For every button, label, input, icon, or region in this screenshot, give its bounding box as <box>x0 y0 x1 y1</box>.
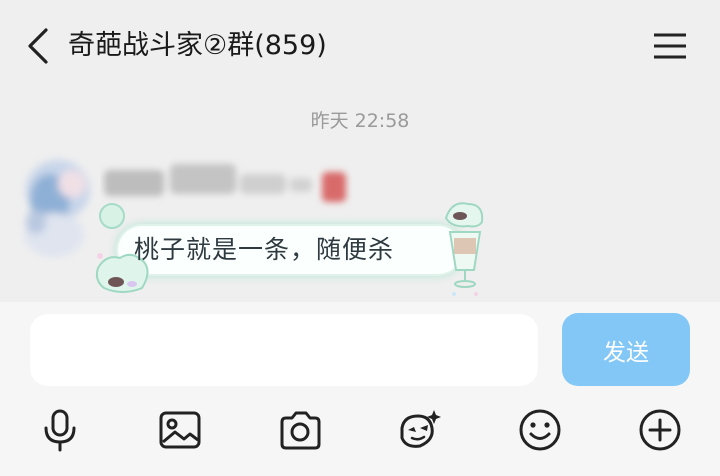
composer-bar: 发送 <box>0 302 720 476</box>
message-text: 桃子就是一条，随便杀 <box>134 235 395 264</box>
camera-icon <box>280 411 321 450</box>
menu-icon <box>654 33 686 59</box>
image-icon <box>159 411 201 449</box>
back-button[interactable] <box>22 26 56 66</box>
emoji-icon <box>519 409 561 451</box>
message-timestamp: 昨天 22:58 <box>310 110 410 132</box>
voice-button[interactable] <box>38 408 82 452</box>
microphone-icon <box>44 409 76 452</box>
chat-header: 奇葩战斗家②群(859) <box>0 0 720 92</box>
send-button[interactable]: 发送 <box>562 313 690 386</box>
camera-button[interactable] <box>278 408 322 452</box>
menu-button[interactable] <box>652 30 688 62</box>
image-button[interactable] <box>158 408 202 452</box>
sticker-icon <box>400 410 441 448</box>
chevron-left-icon <box>28 28 48 64</box>
sticker-button[interactable] <box>396 408 441 452</box>
more-button[interactable] <box>638 408 682 452</box>
plus-icon <box>639 409 681 451</box>
message-bubble[interactable]: 桃子就是一条，随便杀 <box>92 198 492 302</box>
sender-avatar[interactable] <box>14 140 100 262</box>
chat-title: 奇葩战斗家②群(859) <box>68 30 327 61</box>
message-input[interactable] <box>30 314 538 386</box>
emoji-button[interactable] <box>518 408 562 452</box>
cup-decoration-icon <box>444 202 484 296</box>
